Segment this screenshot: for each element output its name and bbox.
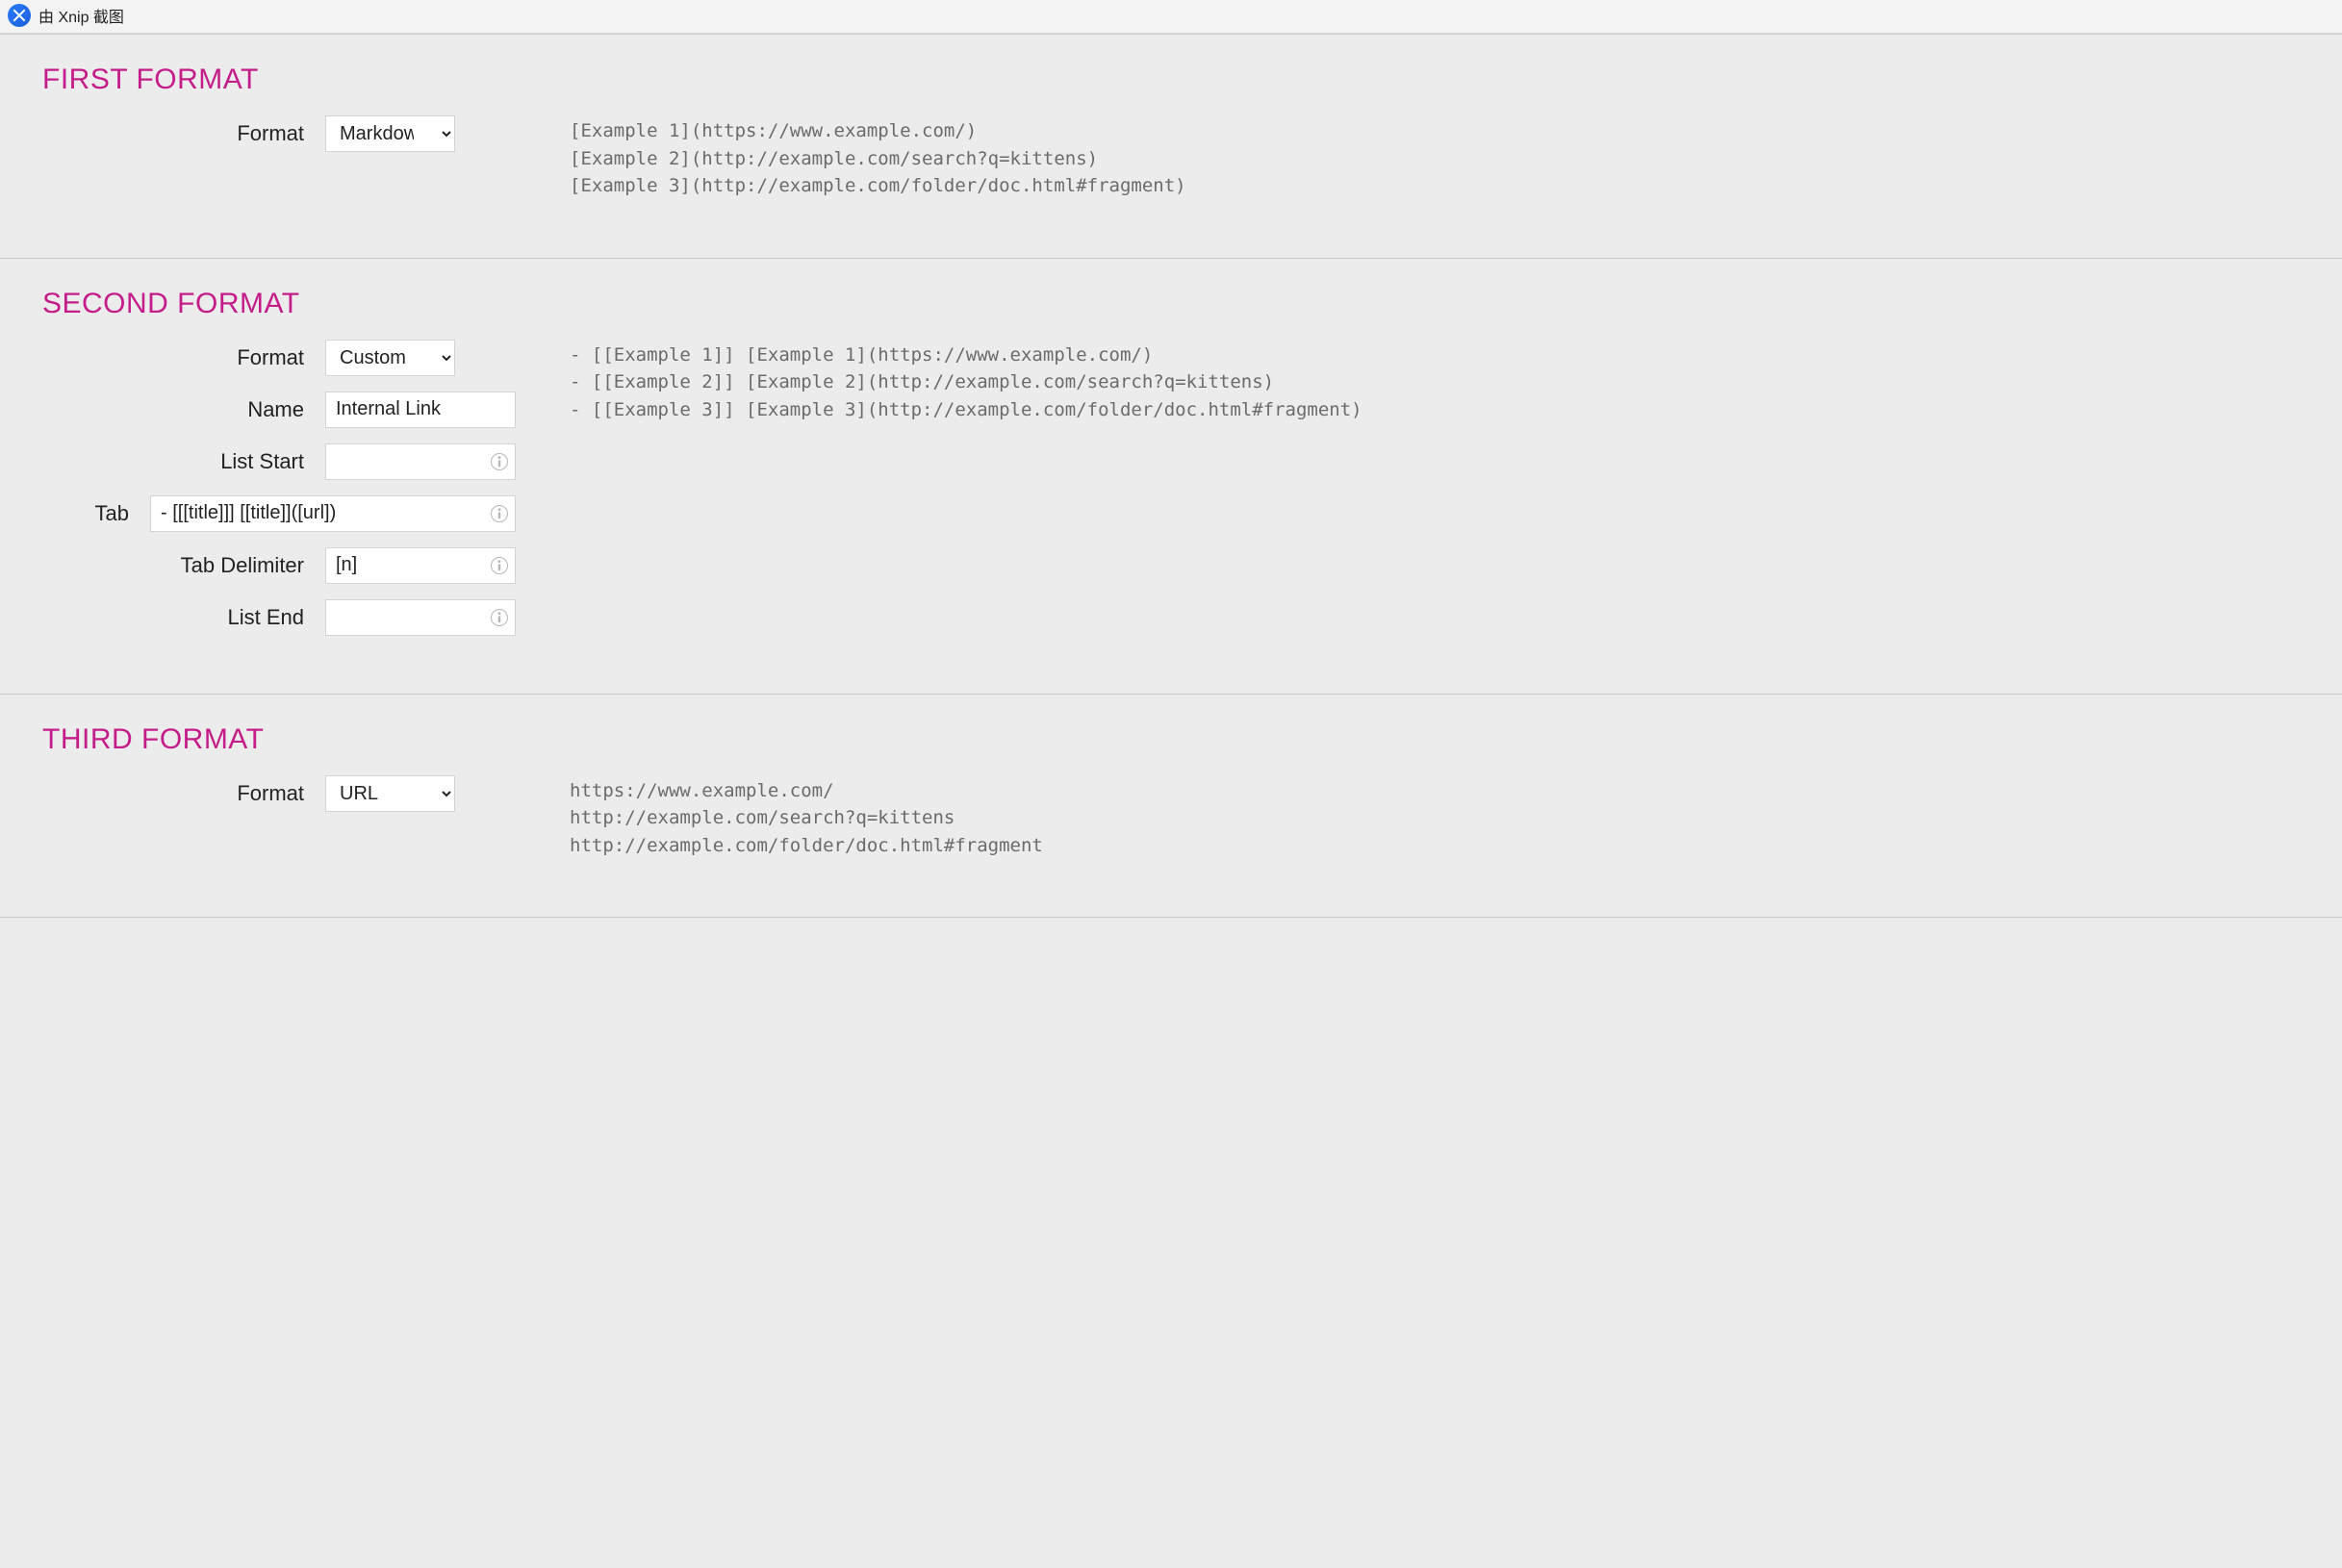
second-tabdelim-label: Tab Delimiter: [42, 553, 325, 578]
xnip-app-icon: [8, 4, 31, 27]
second-format-select[interactable]: Custom: [325, 340, 455, 376]
third-format-label: Format: [42, 781, 325, 806]
third-format-section: THIRD FORMAT Format URL https://www.exam…: [0, 695, 2342, 919]
third-format-preview: https://www.example.com/ http://example.…: [570, 775, 2342, 860]
second-listend-label: List End: [42, 605, 325, 630]
second-tabdelim-input[interactable]: [325, 547, 516, 584]
first-format-heading: FIRST FORMAT: [42, 63, 2342, 96]
third-format-heading: THIRD FORMAT: [42, 723, 2342, 756]
second-name-input[interactable]: [325, 392, 516, 428]
second-format-section: SECOND FORMAT Format Custom Name List St…: [0, 259, 2342, 695]
second-tab-label: Tab: [40, 501, 150, 526]
titlebar-text: 由 Xnip 截图: [38, 4, 124, 27]
first-format-section: FIRST FORMAT Format Markdown [Example 1]…: [0, 35, 2342, 259]
second-liststart-input[interactable]: [325, 443, 516, 480]
second-name-label: Name: [42, 397, 325, 422]
second-format-label: Format: [42, 345, 325, 370]
third-format-select[interactable]: URL: [325, 775, 455, 812]
second-listend-input[interactable]: [325, 599, 516, 636]
first-format-label: Format: [42, 121, 325, 146]
first-format-preview: [Example 1](https://www.example.com/) [E…: [570, 115, 2342, 200]
second-format-preview: - [[Example 1]] [Example 1](https://www.…: [570, 340, 2342, 424]
second-format-heading: SECOND FORMAT: [42, 288, 2342, 320]
second-tab-input[interactable]: [150, 495, 516, 532]
first-format-select[interactable]: Markdown: [325, 115, 455, 152]
app-titlebar: 由 Xnip 截图: [0, 0, 2342, 34]
second-liststart-label: List Start: [42, 449, 325, 474]
